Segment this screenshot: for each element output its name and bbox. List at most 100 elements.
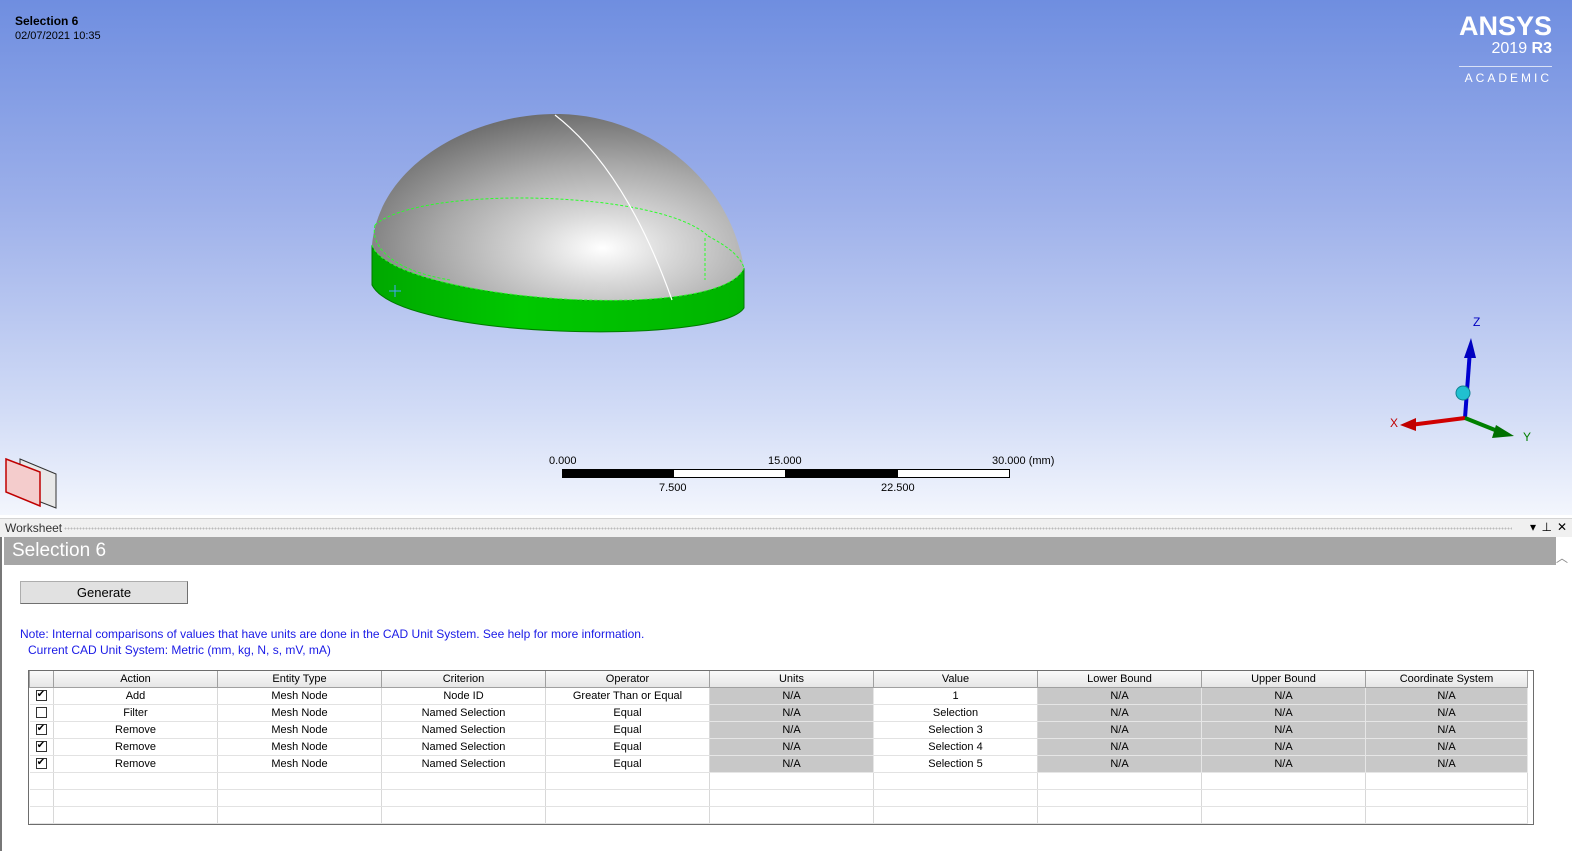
dome-surface[interactable]: [372, 113, 744, 301]
cell-units: N/A: [709, 721, 874, 739]
cell-lower-bound: N/A: [1037, 704, 1202, 722]
cell-lower-bound: N/A: [1037, 721, 1202, 739]
x-axis: [1409, 416, 1466, 427]
close-icon[interactable]: ✕: [1557, 520, 1567, 534]
table-row[interactable]: Remove Mesh Node Named Selection Equal N…: [29, 738, 1528, 756]
row-checkbox[interactable]: [35, 707, 47, 718]
logo-brand: ANSYS: [1458, 11, 1552, 41]
scale-label-30: 30.000 (mm): [992, 455, 1055, 467]
hemisphere-model[interactable]: [360, 100, 760, 350]
cell-units: N/A: [709, 704, 874, 722]
cell-criterion[interactable]: Named Selection: [381, 755, 546, 773]
triad-origin-icon: [1455, 385, 1471, 401]
section-planes-icon[interactable]: [4, 456, 60, 512]
scale-segment-1: [562, 469, 674, 478]
column-header[interactable]: Action: [53, 671, 218, 688]
worksheet-body: Selection 6 ︿ Generate Note: Internal co…: [0, 537, 1570, 851]
cell-operator[interactable]: Equal: [545, 755, 710, 773]
cell-coordinate-system: N/A: [1365, 704, 1528, 722]
worksheet-panel-header: Worksheet ▾ ⊥ ✕: [0, 518, 1572, 537]
x-label: X: [1390, 416, 1398, 430]
row-checkbox[interactable]: [35, 758, 47, 769]
cell-lower-bound: N/A: [1037, 755, 1202, 773]
cell-action[interactable]: Add: [53, 687, 218, 705]
scale-segment-3: [785, 469, 898, 478]
cell-value[interactable]: 1: [873, 687, 1038, 705]
column-header[interactable]: Criterion: [381, 671, 546, 688]
table-row[interactable]: Remove Mesh Node Named Selection Equal N…: [29, 721, 1528, 739]
row-checkbox[interactable]: [35, 690, 47, 701]
cell-entity-type[interactable]: Mesh Node: [217, 687, 382, 705]
cell-coordinate-system: N/A: [1365, 755, 1528, 773]
cell-criterion[interactable]: Named Selection: [381, 721, 546, 739]
table-header-row: Action Entity Type Criterion Operator Un…: [29, 671, 1528, 688]
row-checkbox[interactable]: [35, 741, 47, 752]
empty-table-row[interactable]: [29, 806, 1528, 824]
cell-criterion[interactable]: Named Selection: [381, 738, 546, 756]
cell-upper-bound: N/A: [1201, 721, 1366, 739]
column-header[interactable]: Operator: [545, 671, 710, 688]
graphics-viewport[interactable]: Selection 6 02/07/2021 10:35 ANSYS 2019 …: [0, 0, 1572, 515]
cell-value[interactable]: Selection 3: [873, 721, 1038, 739]
scroll-up-icon[interactable]: ︿: [1556, 549, 1568, 566]
cell-criterion[interactable]: Named Selection: [381, 704, 546, 722]
table-row[interactable]: Remove Mesh Node Named Selection Equal N…: [29, 755, 1528, 773]
scale-segment-4: [897, 469, 1010, 478]
cell-entity-type[interactable]: Mesh Node: [217, 738, 382, 756]
z-axis: [1463, 349, 1472, 419]
cell-action[interactable]: Remove: [53, 721, 218, 739]
table-row[interactable]: Add Mesh Node Node ID Greater Than or Eq…: [29, 687, 1528, 705]
cell-action[interactable]: Remove: [53, 738, 218, 756]
pin-icon[interactable]: ⊥: [1542, 520, 1552, 534]
cell-entity-type[interactable]: Mesh Node: [217, 721, 382, 739]
y-label: Y: [1523, 430, 1531, 444]
cell-value[interactable]: Selection 5: [873, 755, 1038, 773]
cell-value[interactable]: Selection: [873, 704, 1038, 722]
criteria-table: Action Entity Type Criterion Operator Un…: [28, 670, 1534, 825]
generate-button[interactable]: Generate: [20, 581, 188, 604]
cad-unit-system: Current CAD Unit System: Metric (mm, kg,…: [28, 643, 331, 657]
z-arrow-icon: [1464, 338, 1476, 358]
cell-operator[interactable]: Equal: [545, 738, 710, 756]
cell-entity-type[interactable]: Mesh Node: [217, 704, 382, 722]
scale-segment-2: [673, 469, 786, 478]
scale-label-7-5: 7.500: [659, 482, 687, 494]
worksheet-title: Selection 6: [4, 537, 1556, 565]
logo-version: 2019: [1491, 40, 1528, 57]
cell-units: N/A: [709, 755, 874, 773]
cell-entity-type[interactable]: Mesh Node: [217, 755, 382, 773]
coordinate-triad: Z X Y: [1390, 315, 1531, 444]
empty-table-row[interactable]: [29, 789, 1528, 807]
panel-dropdown-icon[interactable]: ▾: [1530, 520, 1536, 534]
scale-label-15: 15.000: [768, 455, 802, 467]
column-header[interactable]: Lower Bound: [1037, 671, 1202, 688]
cell-action[interactable]: Remove: [53, 755, 218, 773]
scale-label-0: 0.000: [549, 455, 577, 467]
column-header[interactable]: Units: [709, 671, 874, 688]
cell-coordinate-system: N/A: [1365, 687, 1528, 705]
table-row[interactable]: Filter Mesh Node Named Selection Equal N…: [29, 704, 1528, 722]
cell-coordinate-system: N/A: [1365, 738, 1528, 756]
cell-operator[interactable]: Greater Than or Equal: [545, 687, 710, 705]
viewport-title: Selection 6: [15, 14, 79, 28]
column-header[interactable]: Upper Bound: [1201, 671, 1366, 688]
y-arrow-icon: [1492, 425, 1514, 438]
empty-table-row[interactable]: [29, 772, 1528, 790]
worksheet-panel-label: Worksheet: [5, 521, 63, 535]
x-arrow-icon: [1400, 418, 1416, 431]
cell-lower-bound: N/A: [1037, 738, 1202, 756]
z-label: Z: [1473, 315, 1480, 329]
cell-upper-bound: N/A: [1201, 704, 1366, 722]
column-header[interactable]: Value: [873, 671, 1038, 688]
cell-value[interactable]: Selection 4: [873, 738, 1038, 756]
column-header[interactable]: Entity Type: [217, 671, 382, 688]
row-checkbox[interactable]: [35, 724, 47, 735]
viewport-timestamp: 02/07/2021 10:35: [15, 30, 101, 42]
cell-operator[interactable]: Equal: [545, 721, 710, 739]
panel-grip[interactable]: [64, 527, 1512, 530]
column-header[interactable]: Coordinate System: [1365, 671, 1528, 688]
scale-label-22-5: 22.500: [881, 482, 915, 494]
cell-operator[interactable]: Equal: [545, 704, 710, 722]
cell-action[interactable]: Filter: [53, 704, 218, 722]
cell-criterion[interactable]: Node ID: [381, 687, 546, 705]
